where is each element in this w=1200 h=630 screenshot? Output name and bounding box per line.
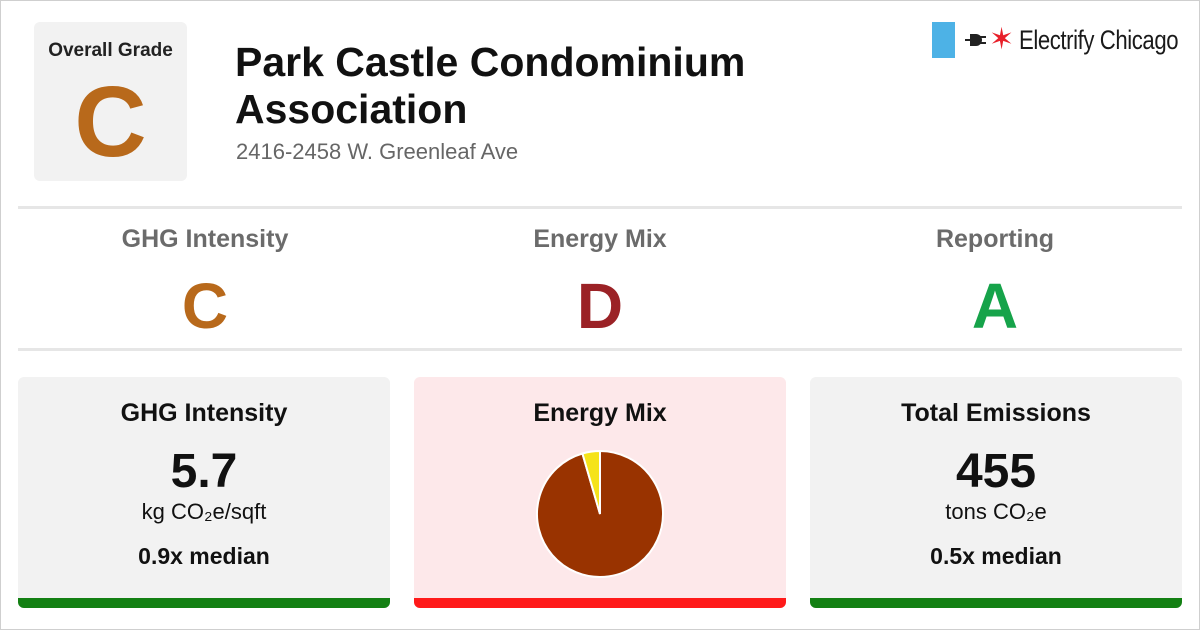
- subgrade-letter: A: [971, 270, 1019, 342]
- building-address: 2416-2458 W. Greenleaf Ave: [236, 139, 519, 164]
- plug-icon: [965, 34, 986, 46]
- flag-stripe-icon: [932, 22, 955, 58]
- energy-mix-card: Energy Mix: [414, 377, 786, 608]
- total-emissions-unit: tons CO₂e: [945, 499, 1047, 524]
- overall-grade-letter: C: [74, 66, 147, 178]
- total-emissions-card: Total Emissions 455 tons CO₂e 0.5x media…: [810, 377, 1182, 608]
- subgrade-energy-mix: Energy Mix D: [450, 225, 750, 338]
- divider-top: [18, 206, 1182, 209]
- subgrade-letter: C: [181, 270, 229, 342]
- ghg-intensity-median: 0.9x median: [138, 543, 270, 569]
- red-star-icon: ✶: [989, 23, 1015, 56]
- subgrade-label: Energy Mix: [533, 225, 667, 253]
- subgrade-letter: D: [576, 270, 624, 342]
- status-bar: [18, 598, 390, 608]
- energy-mix-pie-chart: [536, 449, 664, 578]
- overall-grade-label: Overall Grade: [48, 40, 173, 61]
- logo-text: Electrify Chicago: [1019, 24, 1179, 55]
- divider-bottom: [18, 348, 1182, 351]
- subgrade-label: Reporting: [935, 225, 1055, 253]
- card-title: Energy Mix: [533, 399, 667, 427]
- total-emissions-median: 0.5x median: [930, 543, 1062, 569]
- building-name: Park Castle Condominium Association: [235, 39, 746, 132]
- overall-grade-box: Overall Grade C: [34, 22, 187, 181]
- ghg-intensity-value: 5.7: [170, 445, 238, 498]
- subgrade-label: GHG Intensity: [121, 225, 289, 253]
- subgrade-reporting: Reporting A: [845, 225, 1145, 338]
- total-emissions-value: 455: [955, 445, 1037, 498]
- status-bar: [414, 598, 786, 608]
- card-title: GHG Intensity: [120, 399, 288, 427]
- ghg-intensity-unit: kg CO₂e/sqft: [141, 499, 267, 524]
- electrify-chicago-logo[interactable]: ✶ Electrify Chicago: [932, 22, 1200, 58]
- status-bar: [810, 598, 1182, 608]
- card-title: Total Emissions: [901, 399, 1091, 427]
- subgrade-ghg-intensity: GHG Intensity C: [55, 225, 355, 338]
- ghg-intensity-card: GHG Intensity 5.7 kg CO₂e/sqft 0.9x medi…: [18, 377, 390, 608]
